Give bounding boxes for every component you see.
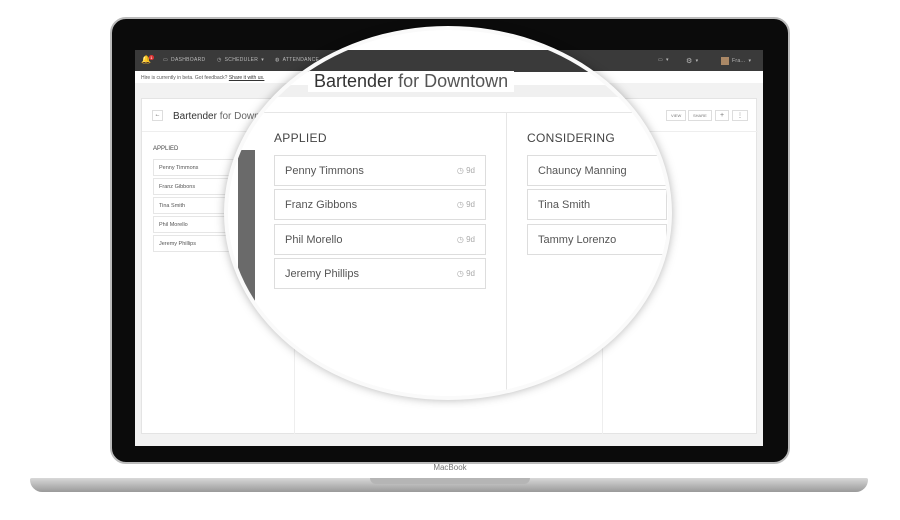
chevron-down-icon: ▾ [695,58,699,64]
list-item[interactable]: Jeremy Phillips [153,235,243,252]
nav-attendance[interactable]: ◍ ATTENDANCE [275,57,319,63]
laptop-notch [370,478,530,484]
job-card: ← Bartender for Downtc VIEW SHARE + ⋮ AP… [141,98,758,434]
back-button[interactable]: ← [152,110,163,121]
top-navbar: 🔔 1 ▭ DASHBOARD ◷ SCHEDULER ▾ ◍ ATTENDANCE ▭… [135,50,763,71]
job-title: Bartender for Downtc [173,111,268,122]
clock-icon: ◷ [217,57,222,63]
user-menu[interactable]: Fra... ▾ [721,57,751,65]
share-button[interactable]: SHARE [688,110,712,121]
nav-scheduler[interactable]: ◷ SCHEDULER ▾ [217,57,264,63]
list-item[interactable]: Penny Timmons [153,159,243,176]
arrow-left-icon: ← [154,112,161,118]
avatar [721,57,729,65]
notifications-button[interactable]: 🔔 1 [141,54,154,64]
feedback-link[interactable]: Share it with us. [228,75,265,81]
inbox-menu[interactable]: ▭ ▾ [658,57,669,63]
column-header: APPLIED [153,146,179,152]
notification-badge: 1 [149,54,154,60]
more-button[interactable]: ⋮ [732,110,748,121]
chevron-down-icon: ▾ [748,58,752,64]
device-label: MacBook [433,463,467,472]
list-item[interactable]: Franz Gibbons [153,178,243,195]
calendar-icon: ▭ [163,57,169,63]
chevron-down-icon: ▾ [666,57,669,63]
beta-banner: Hire is currently in beta. Got feedback?… [135,71,763,83]
list-item[interactable]: Phil Morello [153,216,243,233]
divider [142,131,758,132]
column-divider [602,132,603,434]
inbox-icon: ▭ [658,57,664,63]
view-button[interactable]: VIEW [666,110,687,121]
add-button[interactable]: + [715,110,730,121]
gear-icon: ⚙ [686,58,693,65]
globe-icon: ◍ [275,57,280,63]
app-screen: 🔔 1 ▭ DASHBOARD ◷ SCHEDULER ▾ ◍ ATTENDANCE ▭… [135,50,763,446]
chevron-down-icon: ▾ [261,57,265,63]
nav-dashboard[interactable]: ▭ DASHBOARD [163,57,205,63]
column-divider [294,132,295,434]
settings-menu[interactable]: ⚙ ▾ [686,57,698,65]
list-item[interactable]: Tina Smith [153,197,243,214]
